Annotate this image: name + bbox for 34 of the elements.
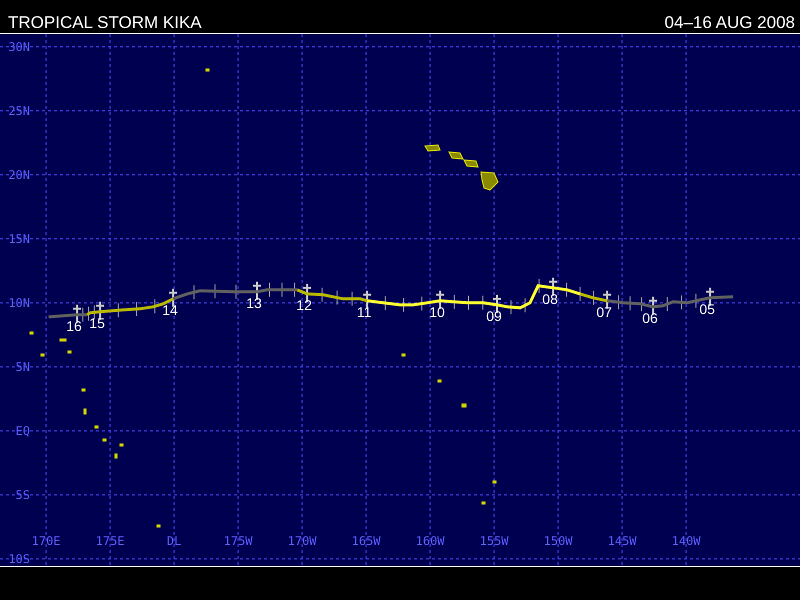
longitude-label: 155W (480, 534, 509, 548)
longitude-label: 175W (224, 534, 253, 548)
longitude-label: 160W (416, 534, 445, 548)
latitude-label: 10S (8, 552, 30, 566)
longitude-label: DL (166, 534, 182, 548)
longitude-label: 175E (96, 534, 125, 548)
longitude-label: 150W (544, 534, 573, 548)
day-label: 14 (162, 302, 178, 318)
day-label: 13 (246, 294, 262, 311)
latitude-label: 10N (8, 296, 30, 310)
day-label: 05 (699, 300, 715, 317)
day-label: 10 (429, 304, 445, 320)
latitude-label: EQ (16, 424, 30, 438)
latitude-label: 20N (8, 168, 30, 182)
longitude-label: 145W (608, 534, 637, 548)
latitude-label: 15N (8, 232, 30, 246)
day-label: 08 (542, 290, 558, 307)
day-label: 12 (296, 296, 312, 313)
latitude-label: 5S (16, 488, 30, 502)
longitude-label: 165W (352, 534, 381, 548)
storm-title: TROPICAL STORM KIKA (8, 13, 202, 33)
longitude-label: 170W (288, 534, 317, 548)
longitude-label: 140W (672, 534, 701, 548)
latitude-label: 5N (16, 360, 30, 374)
day-label: 16 (66, 318, 82, 334)
date-range: 04–16 AUG 2008 (664, 13, 795, 33)
day-label: 11 (356, 304, 372, 320)
day-label: 06 (642, 310, 658, 326)
latitude-label: 25N (8, 104, 30, 118)
day-label: 09 (486, 308, 502, 324)
day-label: 07 (596, 304, 612, 320)
latitude-label: 30N (8, 40, 30, 54)
day-label: 15 (89, 314, 105, 331)
longitude-label: 170E (32, 534, 61, 548)
